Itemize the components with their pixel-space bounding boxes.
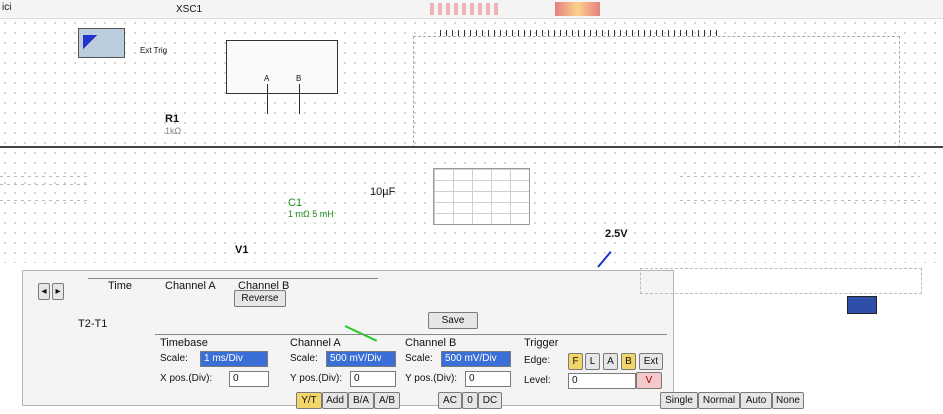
trigger-level-label: Level: — [524, 375, 551, 386]
ext-trig-label: Ext Trig — [140, 46, 168, 55]
trigger-source-b-button[interactable]: B — [621, 353, 636, 370]
column-time: Time — [108, 280, 133, 292]
trigger-edge-falling-button[interactable]: L — [585, 353, 600, 370]
right-noise-2 — [680, 200, 920, 201]
trigger-level-field[interactable]: 0 — [568, 373, 636, 389]
tab-xsc1[interactable]: XSC1 — [176, 4, 202, 15]
probe-b-label: B — [296, 74, 302, 83]
channel-b-ypos-field[interactable]: 0 — [465, 371, 511, 387]
trigger-source-a-button[interactable]: A — [603, 353, 618, 370]
resistor-value: 1kΩ — [165, 126, 182, 136]
scope-mini-display — [433, 168, 530, 225]
cursor-left-button[interactable]: ◂ — [38, 283, 50, 300]
timebase-title: Timebase — [160, 337, 208, 349]
c1-label: C1 — [288, 197, 303, 209]
coupling-ac-button[interactable]: AC — [438, 392, 462, 409]
bode-panel — [413, 36, 900, 148]
capacitor-value: 10µF — [370, 186, 396, 198]
channel-b-scale-label: Scale: — [405, 353, 433, 364]
cursor-right-button[interactable]: ▸ — [52, 283, 64, 300]
probe-a-label: A — [264, 74, 270, 83]
timebase-xpos-field[interactable]: 0 — [229, 371, 269, 387]
timebase-scale-field[interactable]: 1 ms/Div — [200, 351, 268, 367]
probe-b-wire — [299, 84, 300, 114]
channel-b-ypos-label: Y pos.(Div): — [405, 373, 458, 384]
source-name: V1 — [235, 244, 249, 256]
timebase-xpos-label: X pos.(Div): — [160, 373, 213, 384]
scope-probe-block[interactable] — [226, 40, 338, 94]
resistor-name: R1 — [165, 113, 180, 125]
trigger-edge-label: Edge: — [524, 355, 551, 366]
trigger-level-unit[interactable]: V — [636, 372, 662, 389]
channel-a-ypos-label: Y pos.(Div): — [290, 373, 343, 384]
mode-add-button[interactable]: Add — [322, 392, 348, 409]
source-value: 2.5V — [605, 228, 628, 240]
channel-a-scale-label: Scale: — [290, 353, 318, 364]
channel-b-scale-field[interactable]: 500 mV/Div — [441, 351, 511, 367]
trigger-single-button[interactable]: Single — [660, 392, 698, 409]
timebase-scale-label: Scale: — [160, 353, 188, 364]
right-probe-icon[interactable] — [847, 296, 877, 314]
mode-yt-button[interactable]: Y/T — [296, 392, 322, 409]
toolbar-icons-2 — [430, 3, 500, 15]
channel-a-ypos-field[interactable]: 0 — [350, 371, 396, 387]
toolbar-colorful-icons — [555, 2, 600, 16]
save-button[interactable]: Save — [428, 312, 478, 329]
trigger-source-ext-button[interactable]: Ext — [639, 353, 663, 370]
c1-sublabel: 1 mΩ 5 mH — [288, 209, 334, 219]
left-noise-3 — [0, 200, 90, 201]
mode-ba-button[interactable]: B/A — [348, 392, 374, 409]
mode-ab-button[interactable]: A/B — [374, 392, 400, 409]
trigger-title: Trigger — [524, 337, 559, 349]
probe-a-wire — [267, 84, 268, 114]
trigger-edge-rising-button[interactable]: F — [568, 353, 583, 370]
main-wire — [0, 146, 943, 148]
reverse-button[interactable]: Reverse — [234, 290, 286, 307]
coupling-dc-button[interactable]: DC — [478, 392, 502, 409]
bode-panel-top-bar — [440, 30, 720, 36]
channel-b-title: Channel B — [405, 337, 457, 349]
scope-trace-icon — [83, 35, 101, 49]
oscilloscope-icon[interactable] — [78, 28, 125, 58]
t2-t1-label: T2-T1 — [78, 318, 108, 330]
right-noise-1 — [680, 176, 920, 177]
trigger-none-button[interactable]: None — [772, 392, 804, 409]
left-noise-2 — [0, 184, 90, 185]
channel-a-scale-field[interactable]: 500 mV/Div — [326, 351, 396, 367]
top-strip-label: ici — [2, 2, 12, 13]
top-strip: ici XSC1 — [0, 0, 943, 19]
right-panel — [640, 268, 922, 294]
column-channel-a: Channel A — [165, 280, 216, 292]
channel-a-title: Channel A — [290, 337, 341, 349]
coupling-zero-button[interactable]: 0 — [462, 392, 478, 409]
trigger-normal-button[interactable]: Normal — [698, 392, 740, 409]
trigger-auto-button[interactable]: Auto — [740, 392, 772, 409]
left-noise-1 — [0, 176, 90, 177]
